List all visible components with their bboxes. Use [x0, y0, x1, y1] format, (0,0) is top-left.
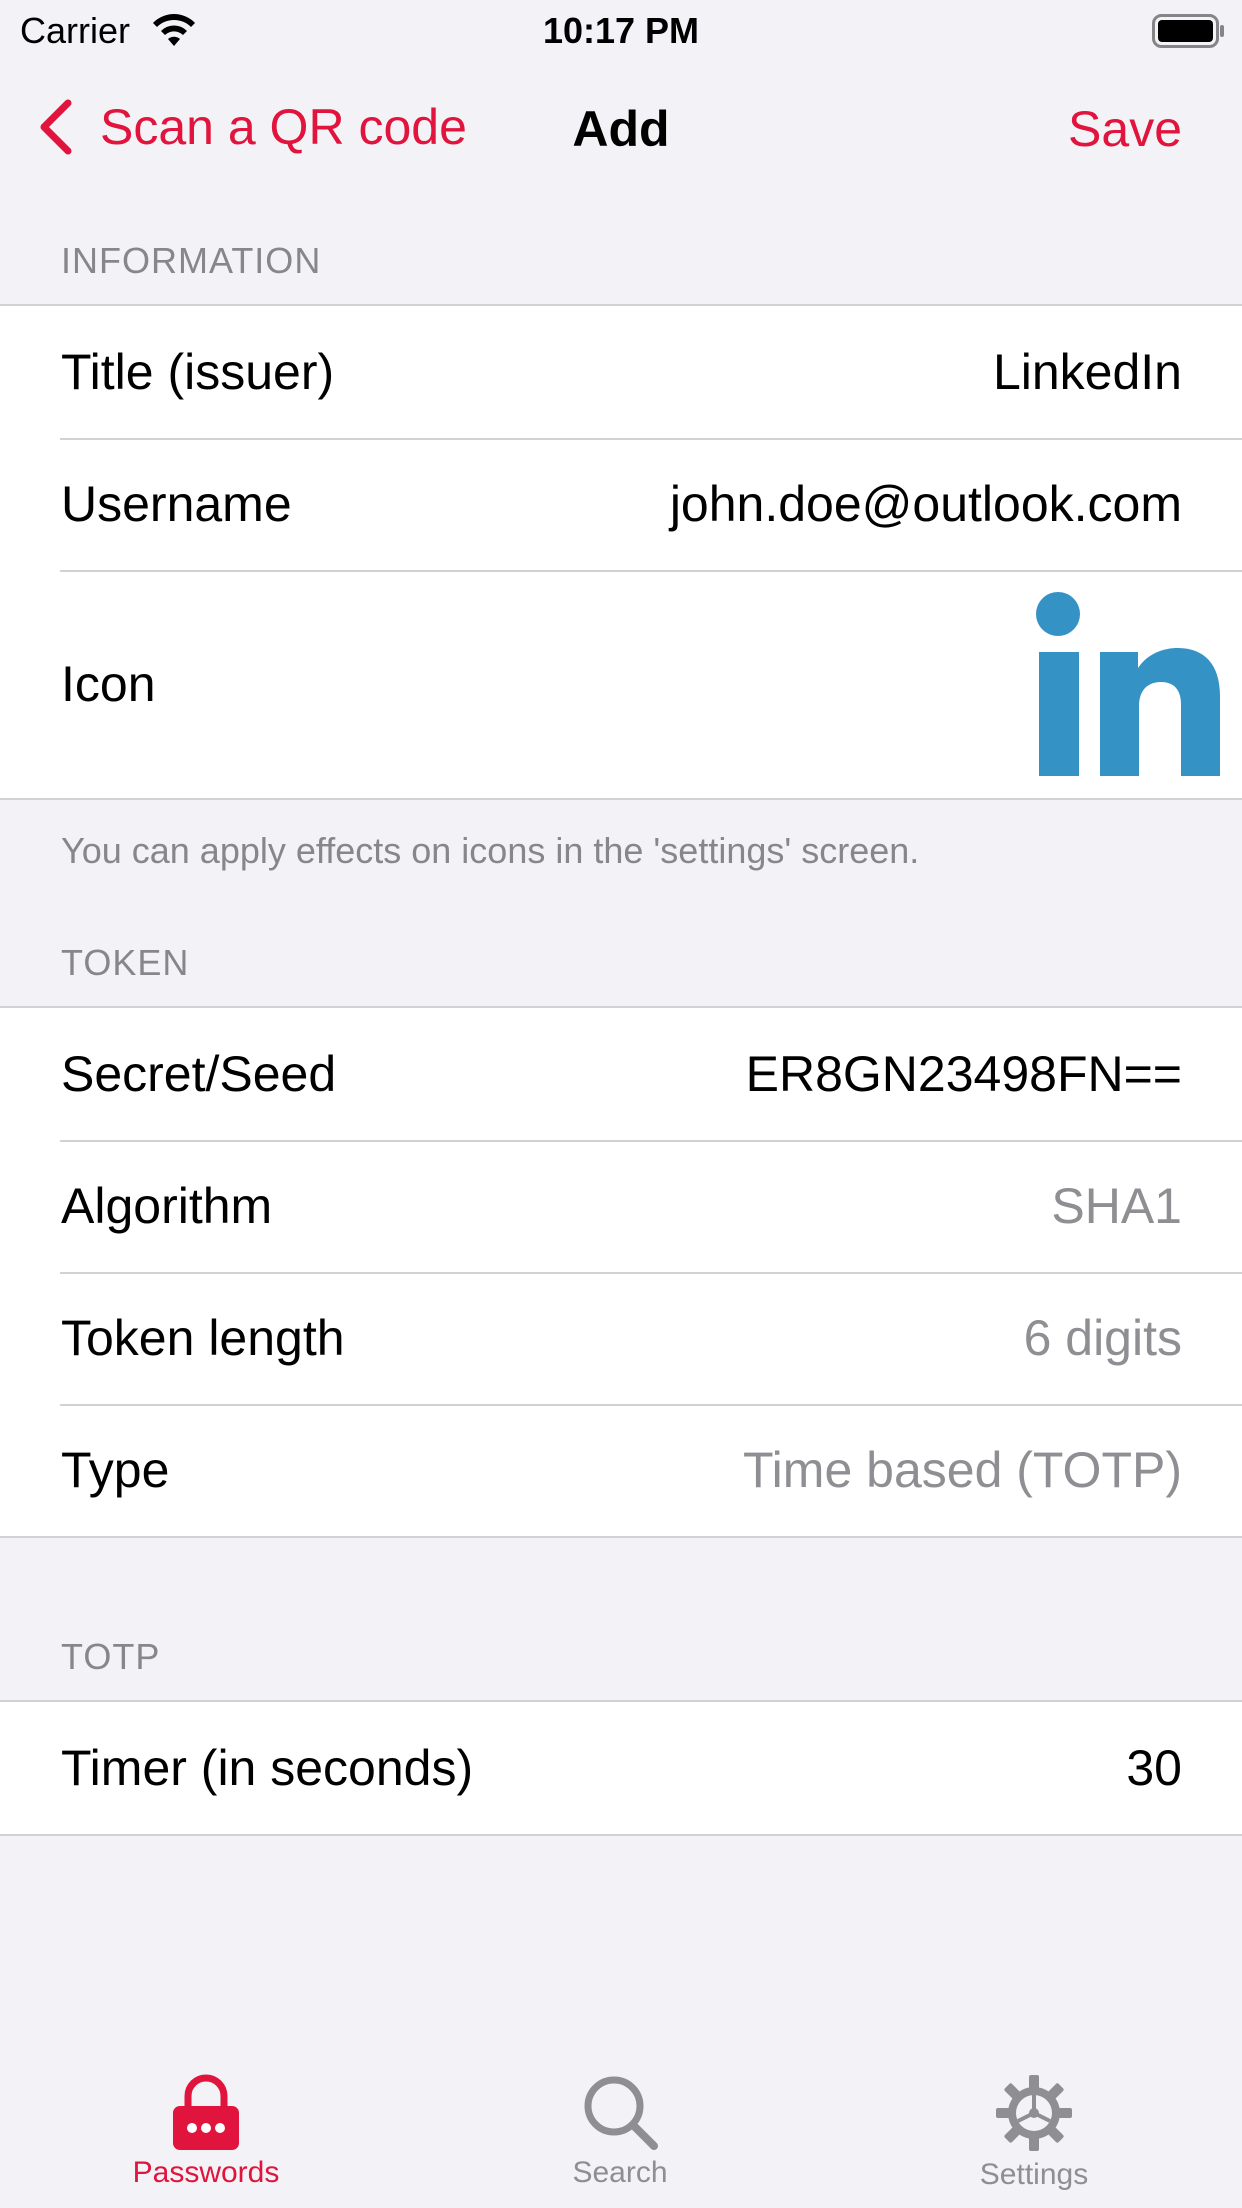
status-bar: Carrier 10:17 PM [0, 0, 1242, 62]
tab-search[interactable]: Search [470, 2074, 770, 2190]
type-row[interactable]: Type Time based (TOTP) [0, 1404, 1242, 1536]
battery-icon [1152, 14, 1224, 48]
token-length-value: 6 digits [1023, 1310, 1182, 1366]
section-header-token: TOKEN [61, 942, 190, 983]
status-time: 10:17 PM [542, 10, 700, 51]
algorithm-label: Algorithm [61, 1178, 273, 1234]
secret-seed-label: Secret/Seed [61, 1046, 337, 1102]
search-icon [584, 2076, 658, 2150]
type-label: Type [61, 1442, 170, 1498]
page-title: Add [572, 101, 670, 157]
title-issuer-row[interactable]: Title (issuer) LinkedIn [0, 306, 1242, 438]
lock-icon [173, 2074, 239, 2150]
section-header-totp: TOTP [61, 1636, 161, 1677]
title-issuer-label: Title (issuer) [61, 344, 335, 400]
tab-settings-label: Settings [979, 2158, 1089, 2191]
icon-row[interactable]: Icon [0, 570, 1242, 798]
timer-row[interactable]: Timer (in seconds) 30 [0, 1702, 1242, 1834]
username-row[interactable]: Username john.doe@outlook.com [0, 438, 1242, 570]
totp-group: Timer (in seconds) 30 [0, 1700, 1242, 1836]
token-length-row[interactable]: Token length 6 digits [0, 1272, 1242, 1404]
username-value: john.doe@outlook.com [669, 476, 1182, 532]
tab-search-label: Search [572, 2156, 668, 2189]
information-footer-note: You can apply effects on icons in the 's… [61, 830, 920, 871]
secret-seed-value: ER8GN23498FN== [745, 1046, 1182, 1102]
tab-settings[interactable]: Settings [884, 2074, 1184, 2192]
information-group: Title (issuer) LinkedIn Username john.do… [0, 304, 1242, 800]
linkedin-logo-icon [1036, 592, 1220, 776]
timer-label: Timer (in seconds) [61, 1740, 474, 1796]
tab-bar: Passwords Search Settings [0, 2050, 1242, 2208]
timer-value: 30 [1126, 1740, 1182, 1796]
save-button[interactable]: Save [1068, 100, 1182, 158]
tab-passwords[interactable]: Passwords [56, 2074, 356, 2190]
username-label: Username [61, 476, 292, 532]
section-header-information: INFORMATION [61, 240, 322, 281]
algorithm-row[interactable]: Algorithm SHA1 [0, 1140, 1242, 1272]
navigation-bar: Scan a QR code Add Save [0, 62, 1242, 192]
gear-icon [996, 2075, 1072, 2151]
token-group: Secret/Seed ER8GN23498FN== Algorithm SHA… [0, 1006, 1242, 1538]
token-length-label: Token length [61, 1310, 345, 1366]
icon-label: Icon [61, 656, 156, 712]
title-issuer-value: LinkedIn [992, 344, 1182, 400]
secret-seed-row[interactable]: Secret/Seed ER8GN23498FN== [0, 1008, 1242, 1140]
algorithm-value: SHA1 [1051, 1178, 1182, 1234]
tab-passwords-label: Passwords [132, 2156, 280, 2189]
type-value: Time based (TOTP) [743, 1442, 1182, 1498]
